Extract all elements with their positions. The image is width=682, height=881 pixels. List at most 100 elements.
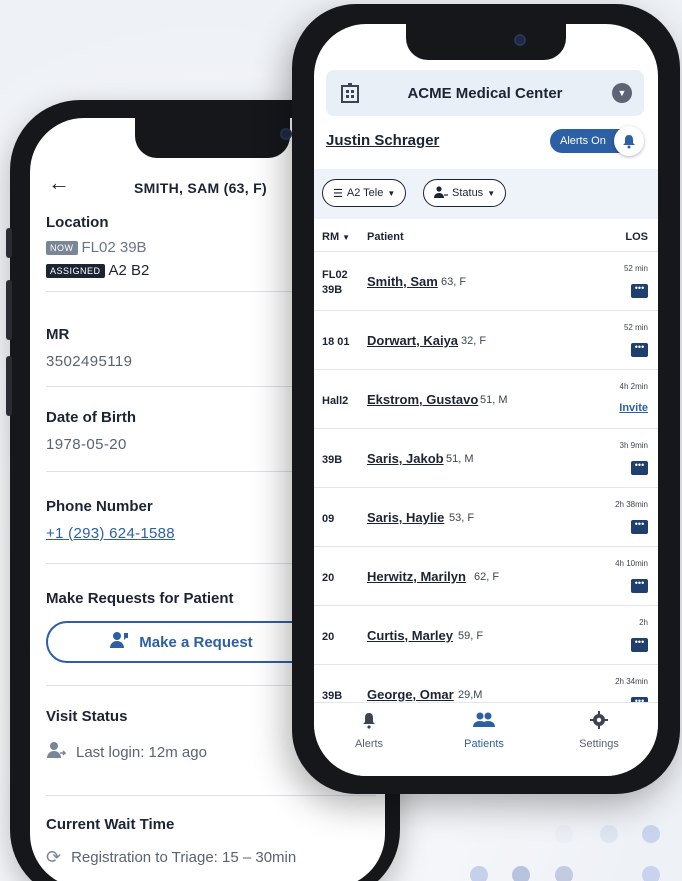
notch: [406, 24, 566, 60]
patient-column-header: Patient: [367, 230, 404, 243]
message-icon[interactable]: •••: [631, 638, 648, 652]
wait-time-section: Current Wait Time ⟳ Registration to Tria…: [46, 796, 376, 868]
patient-name-link[interactable]: Saris, Haylie: [367, 510, 444, 525]
age-sex: 32, F: [461, 335, 487, 347]
tab-alerts[interactable]: Alerts: [319, 711, 419, 750]
chevron-down-icon: ▼: [612, 83, 632, 103]
age-sex: 51, M: [446, 453, 474, 465]
table-row[interactable]: 20 Curtis, Marley 59, F 2h •••: [314, 606, 658, 665]
camera: [280, 128, 292, 140]
unit-filter-label: A2 Tele: [346, 187, 384, 199]
patient-name-link[interactable]: Herwitz, Marilyn: [367, 569, 466, 584]
chevron-down-icon: ▼: [387, 188, 396, 198]
hospital-name: ACME Medical Center: [407, 85, 563, 102]
message-icon[interactable]: •••: [631, 284, 648, 298]
decor-dot: [600, 825, 618, 843]
los-value: 52 min: [623, 264, 648, 273]
visit-status-value: Last login: 12m ago: [76, 743, 207, 761]
tab-patients-label: Patients: [464, 738, 504, 750]
alarm-bell-icon: [614, 126, 644, 156]
person-login-icon: [46, 741, 67, 763]
age-sex: 51, M: [480, 394, 508, 406]
location-now-value: FL02 39B: [81, 239, 147, 256]
age-sex: 29,M: [458, 689, 483, 701]
side-button: [6, 356, 12, 416]
filter-bar: ☰ A2 Tele ▼ Status ▼: [314, 169, 658, 219]
tab-settings[interactable]: Settings: [549, 711, 649, 750]
table-row[interactable]: 09 Saris, Haylie 53, F 2h 38min •••: [314, 488, 658, 547]
camera: [514, 34, 526, 46]
los-value: 2h 34min: [615, 677, 648, 686]
age-sex: 63, F: [441, 276, 467, 288]
patient-name-link[interactable]: Dorwart, Kaiya: [367, 333, 458, 348]
decor-dot: [512, 866, 530, 881]
wait-time-row: ⟳ Registration to Triage: 15 – 30min: [46, 847, 376, 868]
gear-icon: [549, 711, 649, 734]
patient-title: SMITH, SAM (63, F): [134, 180, 267, 196]
message-icon[interactable]: •••: [631, 343, 648, 357]
make-request-label: Make a Request: [139, 633, 253, 651]
los-value: 4h 2min: [619, 382, 648, 391]
refresh-icon: ⟳: [46, 847, 62, 867]
table-header: RM ▼ Patient LOS: [314, 222, 658, 252]
unit-filter-chip[interactable]: ☰ A2 Tele ▼: [322, 179, 407, 207]
tab-patients[interactable]: Patients: [434, 711, 534, 750]
los-value: 2h: [639, 618, 648, 627]
people-icon: [434, 711, 534, 734]
filter-lines-icon: ☰: [333, 187, 343, 200]
invite-link[interactable]: Invite: [619, 402, 648, 414]
los-value: 4h 10min: [615, 559, 648, 568]
age-sex: 62, F: [474, 571, 500, 583]
now-tag: NOW: [46, 240, 78, 255]
assigned-tag: ASSIGNED: [46, 263, 105, 278]
tab-alerts-label: Alerts: [354, 738, 384, 750]
patient-name-link[interactable]: Curtis, Marley: [367, 628, 453, 643]
room-cell: 20: [322, 572, 335, 584]
alerts-toggle-label: Alerts On: [560, 135, 606, 147]
decor-dot: [555, 866, 573, 881]
patient-name-link[interactable]: Smith, Sam: [367, 274, 438, 289]
room-cell: 20: [322, 631, 335, 643]
bell-icon: [319, 711, 419, 734]
message-icon[interactable]: •••: [631, 579, 648, 593]
status-filter-label: Status: [452, 187, 484, 199]
notch: [135, 118, 292, 158]
chevron-down-icon: ▼: [487, 188, 496, 198]
alerts-toggle[interactable]: Alerts On: [550, 126, 644, 156]
age-sex: 53, F: [449, 512, 475, 524]
location-assigned-value: A2 B2: [108, 262, 150, 279]
los-column-header: LOS: [625, 230, 648, 243]
table-row[interactable]: Hall2 Ekstrom, Gustavo 51, M 4h 2min Inv…: [314, 370, 658, 429]
rm-column-header[interactable]: RM ▼: [322, 231, 350, 243]
patient-list: FL02 39B Smith, Sam 63, F 52 min ••• 18 0…: [314, 252, 658, 724]
table-row[interactable]: 39B Saris, Jakob 51, M 3h 9min •••: [314, 429, 658, 488]
rm-header-label: RM: [322, 230, 340, 243]
room-cell: 39B: [322, 454, 343, 466]
decor-dot: [555, 825, 573, 843]
tab-settings-label: Settings: [579, 738, 619, 750]
table-row[interactable]: FL02 39B Smith, Sam 63, F 52 min •••: [314, 252, 658, 311]
sort-caret-icon: ▼: [342, 232, 351, 242]
patient-list-phone: ACME Medical Center ▼ Justin Schrager Al…: [292, 4, 680, 794]
table-row[interactable]: 18 01 Dorwart, Kaiya 32, F 52 min •••: [314, 311, 658, 370]
person-request-icon: [109, 631, 129, 653]
back-arrow-icon[interactable]: ←: [48, 170, 70, 196]
user-name-link[interactable]: Justin Schrager: [326, 132, 439, 149]
room-cell: 18 01: [322, 336, 350, 348]
decor-dot: [642, 866, 660, 881]
person-status-icon: [434, 185, 448, 201]
message-icon[interactable]: •••: [631, 520, 648, 534]
patient-name-link[interactable]: George, Omar: [367, 687, 454, 702]
status-filter-chip[interactable]: Status ▼: [423, 179, 507, 207]
wait-time-value: Registration to Triage: 15 – 30min: [71, 849, 297, 866]
room-cell: FL02 39B: [322, 269, 348, 296]
los-value: 2h 38min: [615, 500, 648, 509]
table-row[interactable]: 20 Herwitz, Marilyn 62, F 4h 10min •••: [314, 547, 658, 606]
age-sex: 59, F: [458, 630, 484, 642]
hospital-selector[interactable]: ACME Medical Center ▼: [326, 70, 644, 116]
patient-name-link[interactable]: Saris, Jakob: [367, 451, 444, 466]
make-request-button[interactable]: Make a Request: [46, 621, 316, 663]
patient-list-screen: ACME Medical Center ▼ Justin Schrager Al…: [314, 24, 658, 776]
message-icon[interactable]: •••: [631, 461, 648, 475]
patient-name-link[interactable]: Ekstrom, Gustavo: [367, 392, 478, 407]
